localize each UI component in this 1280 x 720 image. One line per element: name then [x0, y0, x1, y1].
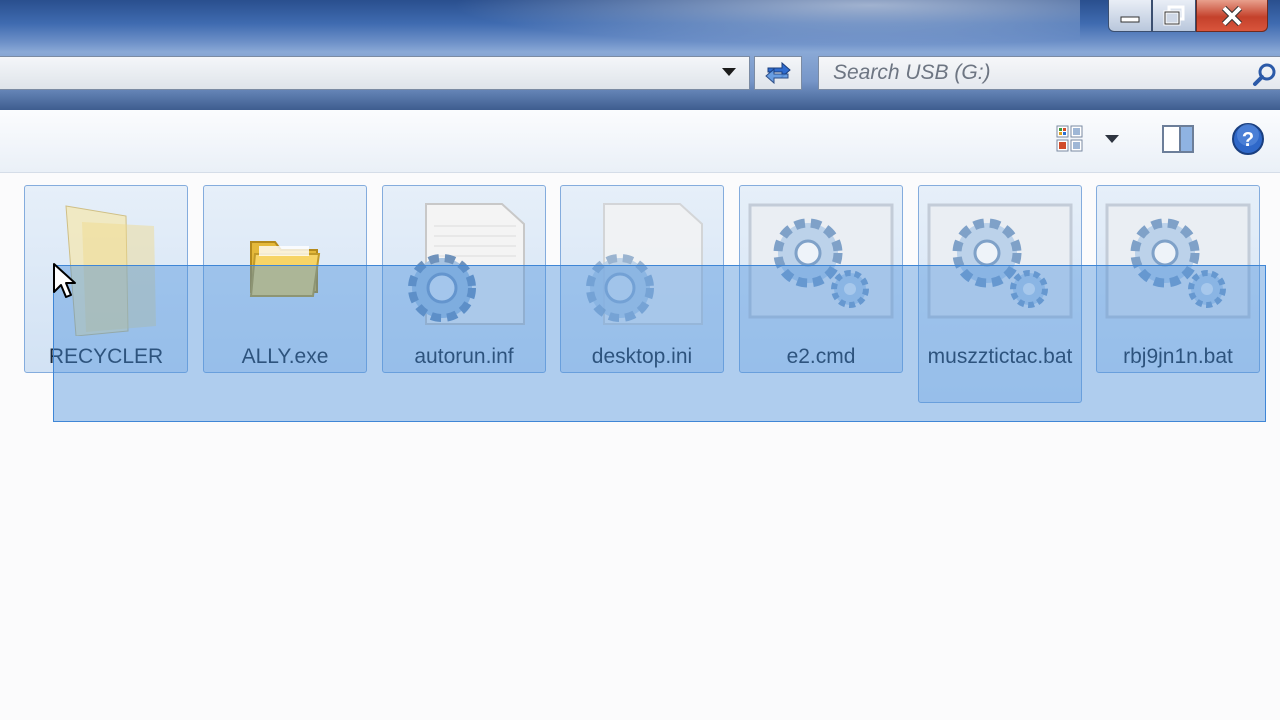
- title-bar: [0, 0, 1280, 52]
- minimize-button[interactable]: [1108, 0, 1152, 32]
- search-icon[interactable]: [1252, 62, 1278, 88]
- address-bar[interactable]: [0, 56, 750, 90]
- preview-pane-button[interactable]: [1160, 122, 1196, 156]
- close-button[interactable]: [1196, 0, 1268, 32]
- help-icon: ?: [1232, 123, 1264, 155]
- command-bar: ?: [0, 110, 1280, 173]
- change-view-button[interactable]: [1052, 122, 1088, 156]
- change-view-icon: [1056, 125, 1083, 152]
- address-row: [0, 52, 1280, 110]
- minimize-icon: [1120, 16, 1140, 22]
- window-controls: [1108, 0, 1268, 34]
- preview-pane-icon: [1162, 125, 1194, 153]
- mouse-cursor-icon: [53, 263, 76, 298]
- address-dropdown-icon[interactable]: [722, 68, 736, 76]
- search-box[interactable]: [818, 56, 1280, 90]
- refresh-icon: [765, 61, 791, 85]
- title-bar-glow: [380, 0, 1080, 52]
- selection-marquee: [53, 265, 1266, 422]
- view-dropdown-button[interactable]: [1100, 122, 1124, 156]
- search-input[interactable]: [819, 57, 1239, 89]
- refresh-button[interactable]: [754, 56, 802, 90]
- svg-text:?: ?: [1242, 129, 1254, 151]
- restore-icon: [1163, 5, 1185, 25]
- restore-button[interactable]: [1152, 0, 1196, 32]
- close-icon: [1221, 5, 1243, 26]
- help-button[interactable]: ?: [1230, 122, 1266, 156]
- file-list[interactable]: RECYCLER ALLY.exe autorun.inf desktop.in…: [0, 173, 1280, 720]
- view-dropdown-icon: [1105, 135, 1119, 143]
